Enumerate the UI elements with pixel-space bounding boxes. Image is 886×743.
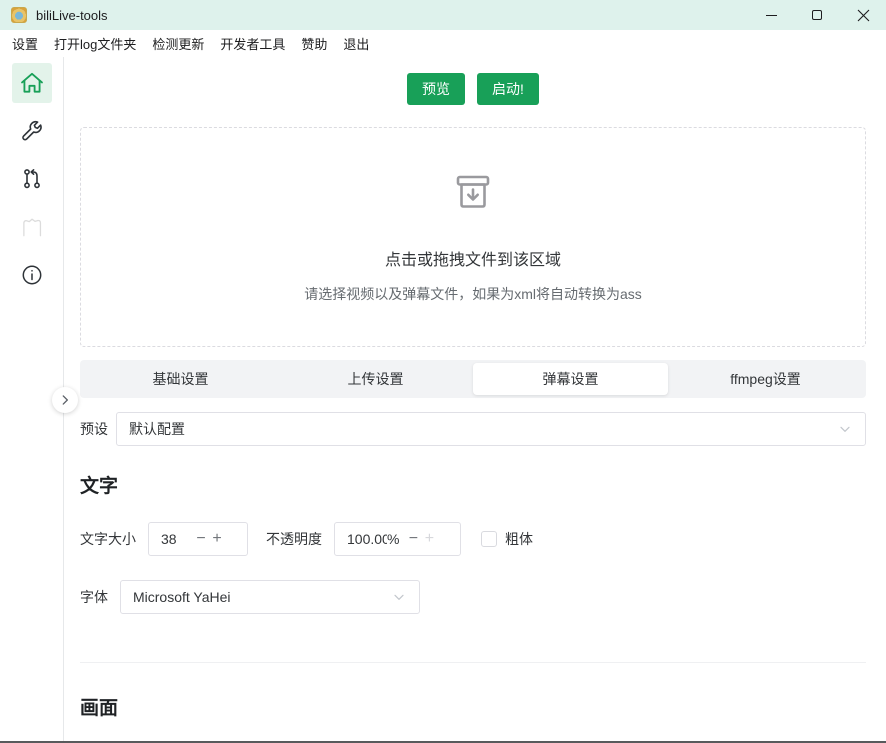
sidebar-item-about[interactable] — [12, 255, 52, 295]
chevron-down-icon — [391, 589, 407, 605]
dropzone-title: 点击或拖拽文件到该区域 — [385, 246, 561, 270]
sidebar-item-convert[interactable] — [12, 159, 52, 199]
chevron-right-icon — [58, 393, 72, 407]
menubar: 设置 打开log文件夹 检测更新 开发者工具 赞助 退出 — [0, 30, 886, 57]
close-button[interactable] — [840, 0, 886, 30]
archive-upload-icon — [449, 170, 497, 218]
preset-value: 默认配置 — [129, 419, 185, 439]
menu-item-settings[interactable]: 设置 — [4, 30, 46, 57]
tab-upload-settings[interactable]: 上传设置 — [278, 363, 473, 395]
window-title: biliLive-tools — [36, 8, 108, 23]
text-section-title: 文字 — [80, 471, 866, 498]
font-size-value[interactable] — [149, 531, 193, 547]
section-divider — [80, 662, 866, 663]
home-icon — [19, 70, 45, 96]
opacity-label: 不透明度 — [266, 529, 322, 549]
chevron-down-icon — [837, 421, 853, 437]
tab-danmu-settings[interactable]: 弹幕设置 — [473, 363, 668, 395]
preset-label: 预设 — [80, 419, 108, 439]
font-row: 字体 Microsoft YaHei — [80, 580, 866, 614]
opacity-increase-button[interactable]: + — [421, 531, 437, 547]
font-size-input[interactable]: − + — [148, 522, 248, 556]
bold-label: 粗体 — [505, 529, 533, 549]
dropzone-hint: 请选择视频以及弹幕文件，如果为xml将自动转换为ass — [304, 284, 642, 304]
minimize-icon — [766, 15, 777, 16]
main-content: 预览 启动! 点击或拖拽文件到该区域 请选择视频以及弹幕文件，如果为xml将自动… — [64, 57, 886, 741]
window-controls — [748, 0, 886, 30]
font-size-decrease-button[interactable]: − — [193, 531, 209, 547]
sidebar-expand-button[interactable] — [52, 387, 78, 413]
body: 预览 启动! 点击或拖拽文件到该区域 请选择视频以及弹幕文件，如果为xml将自动… — [0, 57, 886, 741]
font-size-label: 文字大小 — [80, 529, 136, 549]
maximize-icon — [812, 10, 822, 20]
sidebar-item-tools[interactable] — [12, 111, 52, 151]
menu-item-sponsor[interactable]: 赞助 — [293, 30, 335, 57]
font-family-select[interactable]: Microsoft YaHei — [120, 580, 420, 614]
screen-section-title: 画面 — [80, 693, 866, 720]
titlebar: biliLive-tools — [0, 0, 886, 30]
menu-item-devtools[interactable]: 开发者工具 — [212, 30, 293, 57]
preview-button[interactable]: 预览 — [407, 73, 465, 105]
bold-checkbox[interactable] — [481, 531, 497, 547]
tab-ffmpeg-settings[interactable]: ffmpeg设置 — [668, 363, 863, 395]
close-icon — [857, 9, 870, 22]
preset-select[interactable]: 默认配置 — [116, 412, 866, 446]
preset-row: 预设 默认配置 — [80, 412, 866, 446]
menu-item-open-log-folder[interactable]: 打开log文件夹 — [46, 30, 144, 57]
file-dropzone[interactable]: 点击或拖拽文件到该区域 请选择视频以及弹幕文件，如果为xml将自动转换为ass — [80, 127, 866, 347]
text-controls-row: 文字大小 − + 不透明度 % − + 粗体 — [80, 522, 866, 556]
app-window: biliLive-tools 设置 打开log文件夹 检测更新 开发者工具 赞助… — [0, 0, 886, 743]
font-family-label: 字体 — [80, 587, 108, 607]
opacity-value[interactable] — [335, 531, 387, 547]
tab-basic-settings[interactable]: 基础设置 — [83, 363, 278, 395]
menu-item-check-update[interactable]: 检测更新 — [144, 30, 212, 57]
wrench-icon — [20, 119, 44, 143]
opacity-input[interactable]: % − + — [334, 522, 461, 556]
settings-tabs: 基础设置 上传设置 弹幕设置 ffmpeg设置 — [80, 360, 866, 398]
sidebar-item-clip[interactable] — [12, 207, 52, 247]
menu-item-exit[interactable]: 退出 — [335, 30, 377, 57]
opacity-suffix: % — [387, 531, 399, 547]
minimize-button[interactable] — [748, 0, 794, 30]
clip-icon — [19, 214, 45, 240]
font-size-increase-button[interactable]: + — [209, 531, 225, 547]
app-icon — [11, 7, 27, 23]
actions-row: 预览 启动! — [80, 73, 866, 105]
start-button[interactable]: 启动! — [477, 73, 539, 105]
maximize-button[interactable] — [794, 0, 840, 30]
info-icon — [20, 263, 44, 287]
sidebar-item-home[interactable] — [12, 63, 52, 103]
git-compare-icon — [20, 167, 44, 191]
font-family-value: Microsoft YaHei — [133, 589, 231, 605]
opacity-decrease-button[interactable]: − — [405, 531, 421, 547]
